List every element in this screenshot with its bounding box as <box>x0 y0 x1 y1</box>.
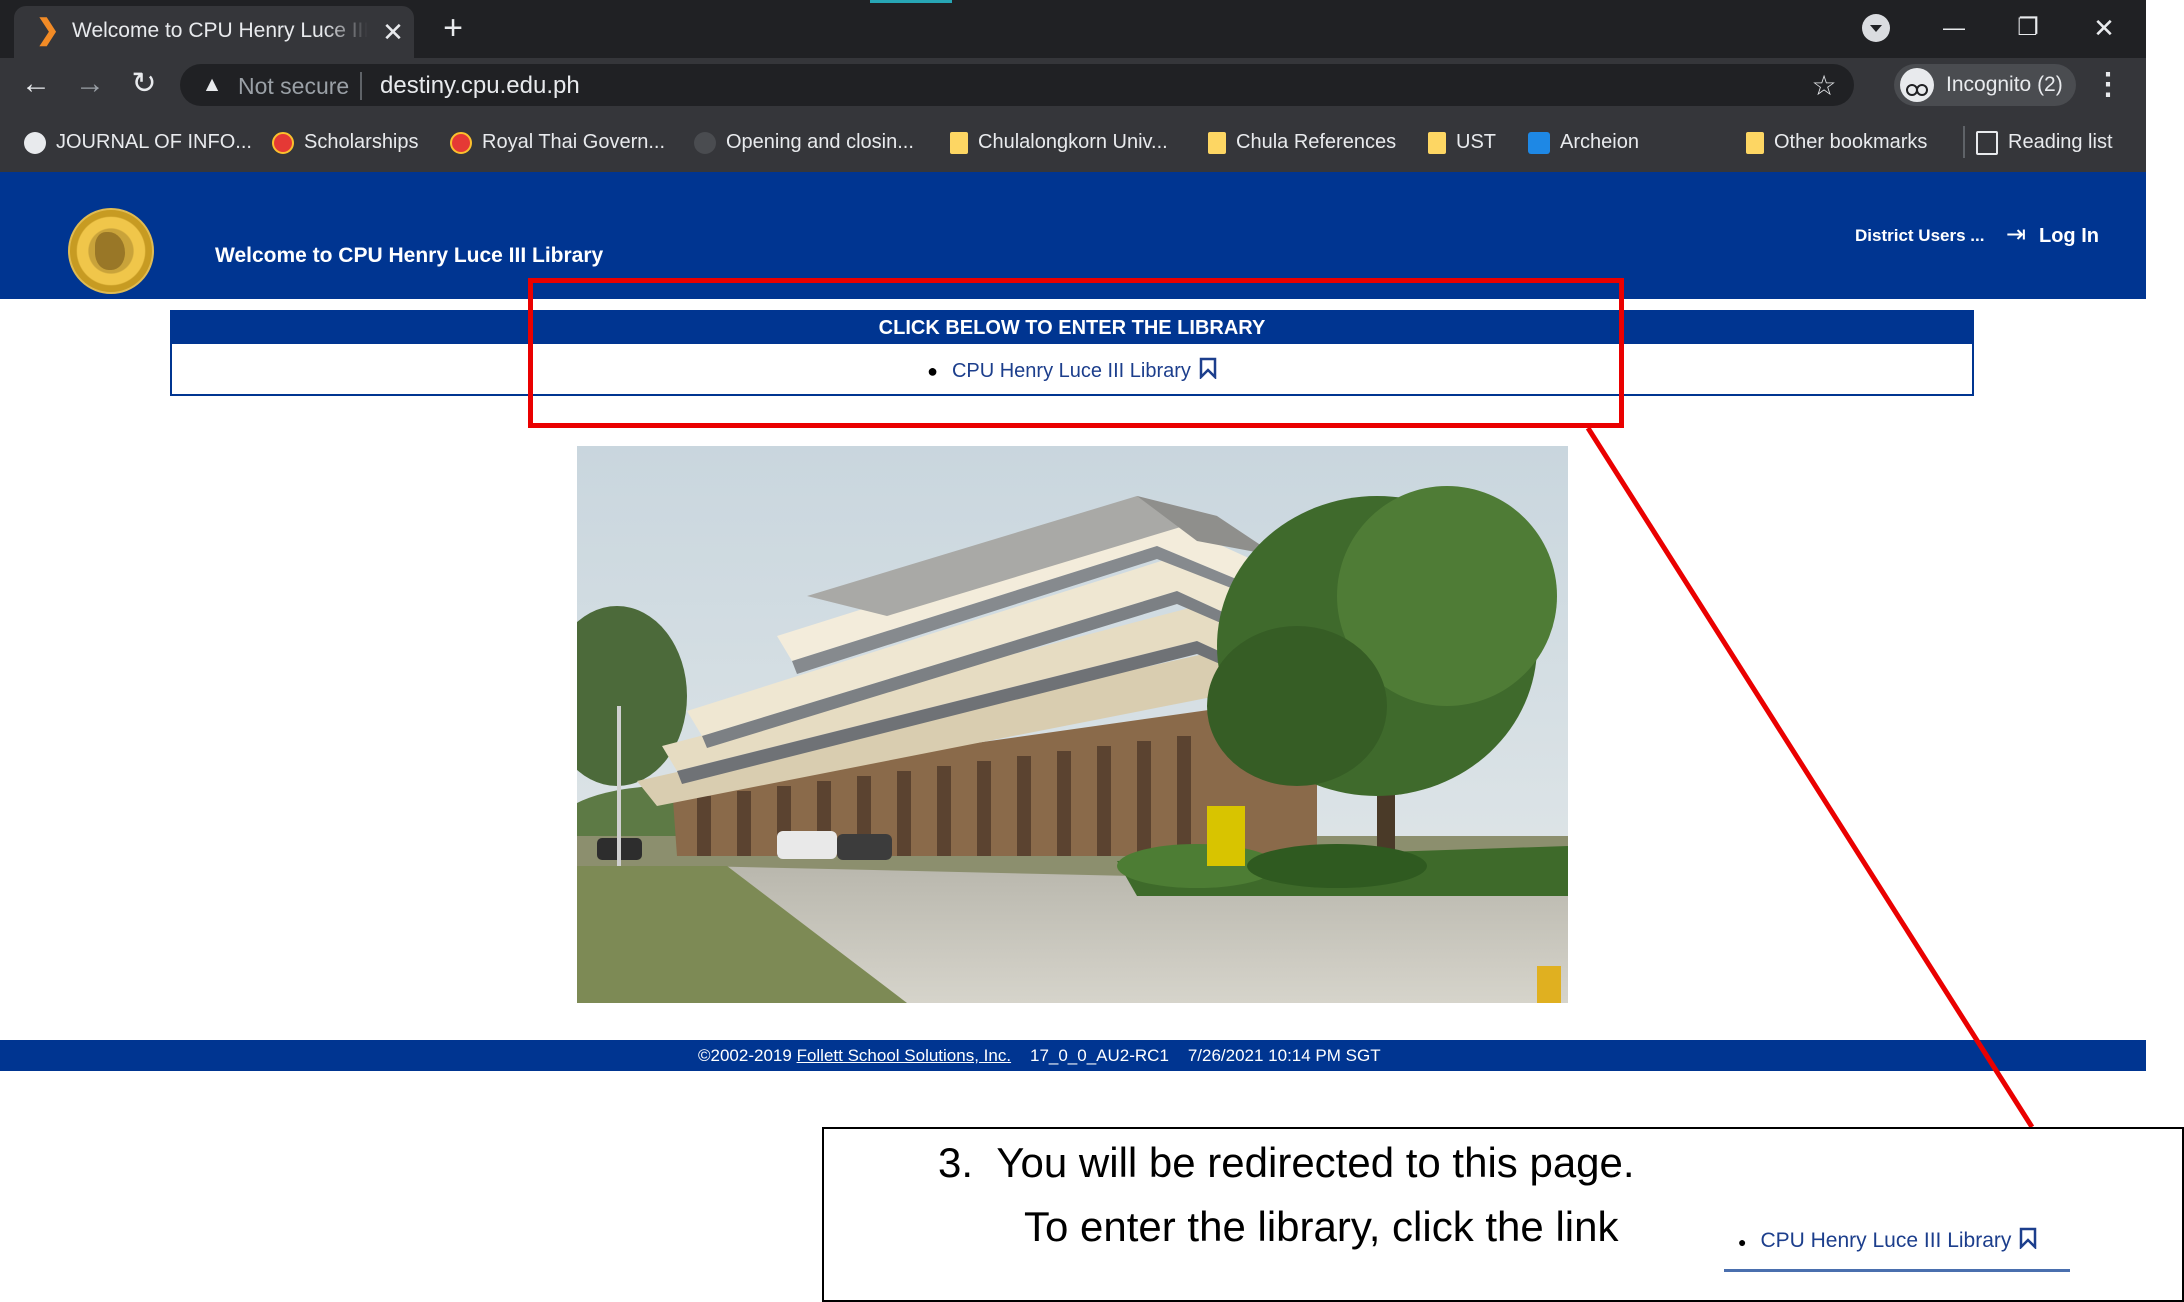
bookmark-label: Chula References <box>1236 131 1397 153</box>
bookmark-item[interactable]: Archeion <box>1528 126 1639 158</box>
follett-link[interactable]: Follett School Solutions, Inc. <box>797 1046 1012 1065</box>
instruction-line1: You will be redirected to this page. <box>996 1139 1635 1186</box>
minimize-button[interactable]: — <box>1934 8 1974 48</box>
bookmark-item[interactable]: JOURNAL OF INFO... <box>24 126 252 158</box>
tab-title: Welcome to CPU Henry Luce III Library <box>72 19 368 42</box>
bookmark-label: Royal Thai Govern... <box>482 131 666 153</box>
globe-icon <box>24 131 46 154</box>
step-number: 3. <box>938 1139 974 1186</box>
sample-link-label: CPU Henry Luce III Library <box>1760 1229 2012 1252</box>
warning-icon[interactable]: ▲ <box>200 73 224 97</box>
bookmark-item[interactable]: UST <box>1428 126 1496 158</box>
folder-icon <box>1428 131 1446 154</box>
folder-icon <box>950 131 968 154</box>
restore-button[interactable]: ❐ <box>2008 8 2048 48</box>
bookmark-item[interactable]: Chulalongkorn Univ... <box>950 126 1168 158</box>
not-secure-label[interactable]: Not secure <box>238 72 349 100</box>
footer-timestamp: 7/26/2021 10:14 PM SGT <box>1187 1046 1381 1065</box>
archeion-icon <box>1528 131 1550 154</box>
bookmark-item[interactable]: Chula References <box>1208 126 1396 158</box>
folder-icon <box>1208 131 1226 154</box>
bookmark-item[interactable]: Opening and closin... <box>694 126 914 158</box>
red-seal-icon <box>272 131 294 154</box>
close-window-button[interactable]: ✕ <box>2084 8 2124 48</box>
bookmark-label: Chulalongkorn Univ... <box>978 131 1168 153</box>
bookmark-item[interactable]: Other bookmarks <box>1746 126 1927 158</box>
tab-close-icon[interactable]: ✕ <box>378 17 408 47</box>
bookmarks-divider <box>1963 126 1965 158</box>
library-building-photo <box>577 446 1568 1003</box>
dark-circle-icon <box>694 131 716 154</box>
bookmarks-bar: JOURNAL OF INFO... Scholarships Royal Th… <box>0 112 2146 172</box>
instruction-callout: 3. You will be redirected to this page. … <box>822 1127 2184 1302</box>
back-button[interactable]: ← <box>14 62 58 106</box>
url-text[interactable]: destiny.cpu.edu.ph <box>380 71 580 101</box>
loading-indicator <box>870 0 952 3</box>
instruction-step: 3. You will be redirected to this page. <box>938 1139 1635 1187</box>
browser-menu-icon[interactable]: ⋮ <box>2092 64 2124 106</box>
bookmark-item[interactable]: Royal Thai Govern... <box>450 126 665 158</box>
bookmark-label: Opening and closin... <box>726 131 914 153</box>
bookmark-label: Reading list <box>2008 131 2113 153</box>
bookmark-label: Archeion <box>1560 131 1639 153</box>
forward-button[interactable]: → <box>68 62 112 106</box>
footer-copyright: ©2002-2019 <box>698 1046 792 1065</box>
bullet-icon: ● <box>1738 1234 1747 1250</box>
browser-toolbar: ← → ↻ ▲ Not secure destiny.cpu.edu.ph ☆ … <box>0 58 2146 112</box>
red-seal-icon <box>450 131 472 154</box>
incognito-button[interactable]: Incognito (2) <box>1894 64 2076 106</box>
tab-search-icon[interactable] <box>1862 14 1890 42</box>
highlight-box <box>528 278 1624 428</box>
university-seal-logo <box>68 208 154 294</box>
reading-list-icon <box>1976 130 1998 155</box>
bookmark-item[interactable]: Scholarships <box>272 126 419 158</box>
favicon-icon: ❯ <box>36 14 60 45</box>
bookmark-label: UST <box>1456 131 1496 153</box>
footer-text: ©2002-2019 Follett School Solutions, Inc… <box>698 1040 1381 1071</box>
browser-tab[interactable]: ❯ Welcome to CPU Henry Luce III Library … <box>14 6 414 58</box>
reading-list-button[interactable]: Reading list <box>1976 126 2113 158</box>
login-link[interactable]: Log In <box>2039 225 2099 248</box>
incognito-label: Incognito (2) <box>1946 73 2063 96</box>
browser-tab-strip: ❯ Welcome to CPU Henry Luce III Library … <box>0 0 2146 58</box>
instruction-line2: To enter the library, click the link <box>1024 1203 1619 1250</box>
reload-button[interactable]: ↻ <box>122 62 166 106</box>
bookmark-icon <box>2020 1227 2037 1249</box>
folder-icon <box>1746 131 1764 154</box>
bookmark-label: Other bookmarks <box>1774 131 1928 153</box>
district-users-link[interactable]: District Users ... <box>1855 226 1984 246</box>
omnibox-divider <box>360 72 362 100</box>
incognito-icon <box>1900 68 1934 102</box>
bookmark-label: Scholarships <box>304 131 419 153</box>
footer-version: 17_0_0_AU2-RC1 <box>1029 1046 1169 1065</box>
new-tab-button[interactable]: + <box>436 10 470 46</box>
bookmark-star-icon[interactable]: ☆ <box>1808 70 1840 102</box>
site-title: Welcome to CPU Henry Luce III Library <box>215 244 604 267</box>
address-bar[interactable]: ▲ Not secure destiny.cpu.edu.ph ☆ <box>180 64 1854 106</box>
login-icon[interactable]: ⇥ <box>2006 222 2032 248</box>
bookmark-label: JOURNAL OF INFO... <box>56 131 252 153</box>
page-footer: ©2002-2019 Follett School Solutions, Inc… <box>0 1040 2146 1071</box>
sample-library-link: ● CPU Henry Luce III Library <box>1724 1213 2070 1272</box>
